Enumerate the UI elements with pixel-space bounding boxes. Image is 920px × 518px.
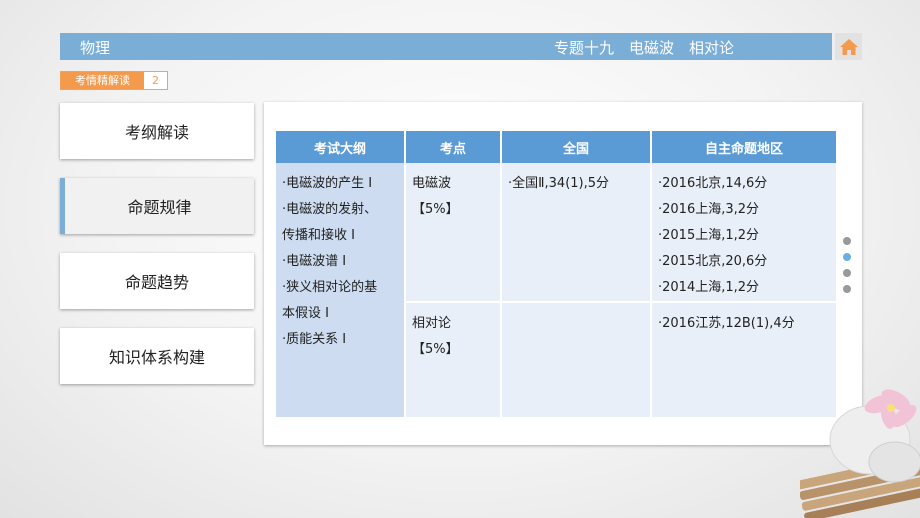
point-cell: 电磁波 【5%】 <box>405 163 502 303</box>
regional-item: ·2016江苏,12B(1),4分 <box>658 316 795 331</box>
outline-line: ·电磁波的发射、 <box>282 202 378 217</box>
outline-line: 本假设 Ⅰ <box>282 306 329 321</box>
home-button[interactable] <box>835 33 862 60</box>
national-cell: ·全国Ⅱ,34(1),5分 <box>501 163 652 303</box>
nav-button-trends[interactable]: 命题趋势 <box>60 253 254 309</box>
page-dot[interactable] <box>843 269 851 277</box>
subject-title: 物理 <box>80 39 111 57</box>
regional-item: ·2015上海,1,2分 <box>658 228 760 243</box>
header-bar: 物理 专题十九 电磁波 相对论 <box>60 33 832 60</box>
header-outline: 考试大纲 <box>276 131 406 163</box>
outline-line: ·电磁波的产生 Ⅰ <box>282 176 373 191</box>
section-tag-label: 考情精解读 <box>61 72 144 89</box>
section-tag: 考情精解读 2 <box>60 71 168 90</box>
point-weight: 【5%】 <box>412 202 459 217</box>
page-dot[interactable] <box>843 237 851 245</box>
table-row: ·电磁波的产生 Ⅰ ·电磁波的发射、 传播和接收 Ⅰ ·电磁波谱 Ⅰ ·狭义相对… <box>276 163 836 419</box>
national-item: ·全国Ⅱ,34(1),5分 <box>508 176 610 191</box>
nav-button-outline[interactable]: 考纲解读 <box>60 103 254 159</box>
section-tag-number: 2 <box>152 74 159 87</box>
chapter-title: 专题十九 电磁波 相对论 <box>554 39 735 57</box>
header-regional: 自主命题地区 <box>651 131 836 163</box>
outline-line: ·狭义相对论的基 <box>282 280 378 295</box>
outline-cell: ·电磁波的产生 Ⅰ ·电磁波的发射、 传播和接收 Ⅰ ·电磁波谱 Ⅰ ·狭义相对… <box>276 163 406 419</box>
nav-button-patterns[interactable]: 命题规律 <box>60 178 254 234</box>
point-name: 电磁波 <box>412 176 452 191</box>
regional-cell: ·2016北京,14,6分 ·2016上海,3,2分 ·2015上海,1,2分 … <box>651 163 836 303</box>
point-cell: 相对论 【5%】 <box>405 302 502 419</box>
regional-item: ·2014上海,1,2分 <box>658 280 760 295</box>
content-panel: 考试大纲 考点 全国 自主命题地区 ·电磁波的产生 Ⅰ ·电磁波的发射、 传播和… <box>264 102 862 445</box>
header-point: 考点 <box>405 131 502 163</box>
point-weight: 【5%】 <box>412 342 459 357</box>
home-icon <box>839 38 858 55</box>
national-cell <box>501 302 652 419</box>
regional-item: ·2015北京,20,6分 <box>658 254 768 269</box>
point-name: 相对论 <box>412 316 452 331</box>
page-dot-active[interactable] <box>843 253 851 261</box>
page-dot[interactable] <box>843 285 851 293</box>
exam-table: 考试大纲 考点 全国 自主命题地区 ·电磁波的产生 Ⅰ ·电磁波的发射、 传播和… <box>276 131 836 419</box>
nav-button-knowledge[interactable]: 知识体系构建 <box>60 328 254 384</box>
outline-line: ·质能关系 Ⅰ <box>282 332 347 347</box>
spa-decoration-image <box>800 389 920 518</box>
regional-item: ·2016北京,14,6分 <box>658 176 768 191</box>
outline-line: 传播和接收 Ⅰ <box>282 228 355 243</box>
regional-item: ·2016上海,3,2分 <box>658 202 760 217</box>
header-national: 全国 <box>501 131 652 163</box>
slide-pagination <box>843 237 851 301</box>
outline-line: ·电磁波谱 Ⅰ <box>282 254 347 269</box>
